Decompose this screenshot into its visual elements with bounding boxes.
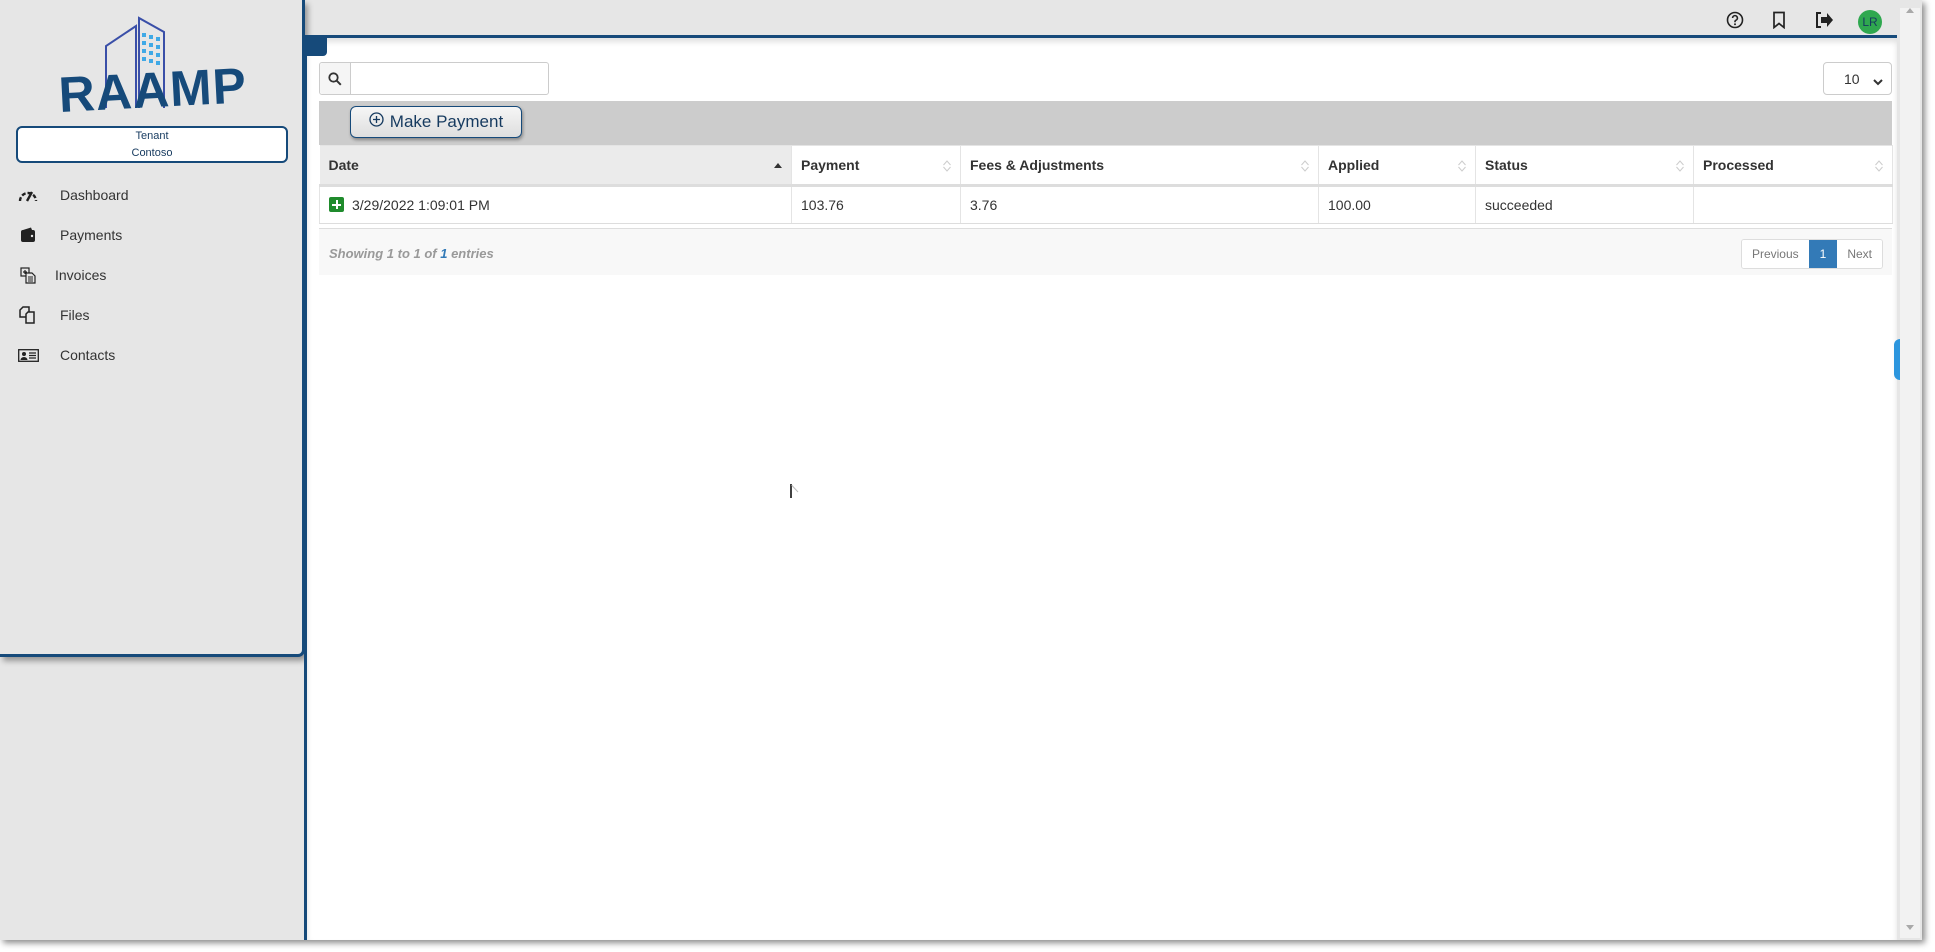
pagination-previous[interactable]: Previous bbox=[1741, 240, 1809, 268]
table-info: Showing 1 to 1 of 1 entries bbox=[329, 246, 494, 261]
sidebar-item-label: Files bbox=[60, 307, 90, 323]
files-icon bbox=[17, 305, 39, 325]
column-label: Applied bbox=[1328, 157, 1380, 173]
invoices-icon bbox=[17, 265, 39, 285]
column-label: Processed bbox=[1703, 157, 1774, 173]
date-value: 3/29/2022 1:09:01 PM bbox=[352, 196, 490, 213]
make-payment-button[interactable]: Make Payment bbox=[350, 106, 522, 138]
sidebar-item-label: Dashboard bbox=[60, 187, 129, 203]
column-label: Payment bbox=[801, 157, 860, 173]
sidebar: RAAMP Tenant Contoso Dashboard Payments … bbox=[0, 0, 305, 657]
table-footer: Showing 1 to 1 of 1 entries Previous 1 N… bbox=[319, 228, 1892, 275]
column-header-date[interactable]: Date bbox=[319, 145, 792, 187]
make-payment-label: Make Payment bbox=[389, 112, 504, 131]
column-header-status[interactable]: Status bbox=[1475, 145, 1694, 187]
bookmark-icon[interactable] bbox=[1767, 8, 1791, 32]
sidebar-item-label: Payments bbox=[60, 227, 123, 243]
cell-fees: 3.76 bbox=[960, 185, 1319, 224]
sidebar-item-dashboard[interactable]: Dashboard bbox=[0, 175, 300, 215]
scroll-up-arrow-icon[interactable] bbox=[1906, 8, 1914, 13]
vertical-scrollbar[interactable] bbox=[1900, 8, 1920, 938]
sort-both-icon bbox=[1457, 159, 1467, 173]
user-avatar[interactable]: LR bbox=[1858, 10, 1882, 34]
pagination-page-1[interactable]: 1 bbox=[1808, 240, 1838, 268]
search-icon bbox=[320, 63, 351, 94]
sidebar-item-files[interactable]: Files bbox=[0, 295, 300, 335]
sidebar-item-contacts[interactable]: Contacts bbox=[0, 335, 300, 375]
column-label: Status bbox=[1485, 157, 1528, 173]
info-prefix: Showing 1 to 1 of bbox=[329, 246, 441, 261]
cell-processed bbox=[1693, 185, 1893, 224]
payments-table: Date Payment Fees & Adjustments Applied … bbox=[319, 145, 1893, 224]
role-label: Tenant bbox=[135, 130, 169, 142]
sidebar-nav: Dashboard Payments Invoices Files Contac… bbox=[0, 175, 300, 375]
page-size-select[interactable]: 10 bbox=[1823, 62, 1892, 95]
mouse-cursor-icon bbox=[790, 484, 799, 498]
expand-row-plus-icon[interactable] bbox=[329, 197, 344, 213]
sort-both-icon bbox=[1300, 159, 1310, 173]
panel-corner-accent bbox=[304, 35, 327, 56]
avatar-initials: LR bbox=[1862, 15, 1878, 29]
sort-ascending-icon bbox=[773, 159, 783, 173]
sign-out-icon[interactable] bbox=[1812, 8, 1836, 32]
cell-status: succeeded bbox=[1475, 185, 1694, 224]
column-header-processed[interactable]: Processed bbox=[1693, 145, 1893, 187]
sidebar-item-label: Contacts bbox=[60, 347, 116, 363]
plus-circle-icon bbox=[369, 112, 384, 132]
table-header-row: Date Payment Fees & Adjustments Applied … bbox=[319, 145, 1893, 187]
pagination: Previous 1 Next bbox=[1740, 239, 1883, 269]
chevron-down-icon bbox=[1873, 73, 1883, 89]
search-input[interactable] bbox=[351, 63, 548, 94]
info-suffix: entries bbox=[447, 246, 494, 261]
cell-date: 3/29/2022 1:09:01 PM bbox=[319, 185, 792, 224]
gauge-icon bbox=[17, 185, 39, 205]
sort-both-icon bbox=[1874, 159, 1884, 173]
sidebar-item-payments[interactable]: Payments bbox=[0, 215, 300, 255]
column-label: Fees & Adjustments bbox=[970, 157, 1105, 173]
wallet-icon bbox=[17, 225, 39, 245]
pagination-next[interactable]: Next bbox=[1837, 240, 1882, 268]
help-icon[interactable] bbox=[1723, 8, 1747, 32]
column-header-payment[interactable]: Payment bbox=[791, 145, 961, 187]
sidebar-item-label: Invoices bbox=[55, 267, 107, 283]
organization-label: Contoso bbox=[131, 147, 173, 159]
table-toolbar: Make Payment bbox=[319, 101, 1892, 145]
cell-payment: 103.76 bbox=[791, 185, 961, 224]
sort-both-icon bbox=[942, 159, 952, 173]
page-size-value: 10 bbox=[1844, 70, 1860, 87]
search-box bbox=[319, 62, 549, 95]
scroll-down-arrow-icon[interactable] bbox=[1906, 925, 1914, 930]
table-row: 3/29/2022 1:09:01 PM 103.76 3.76 100.00 … bbox=[319, 185, 1893, 224]
app-logo-text: RAAMP bbox=[57, 57, 249, 123]
column-header-fees[interactable]: Fees & Adjustments bbox=[960, 145, 1319, 187]
cell-applied: 100.00 bbox=[1318, 185, 1476, 224]
tenant-selector[interactable]: Tenant Contoso bbox=[16, 126, 288, 163]
contact-card-icon bbox=[17, 345, 39, 365]
column-header-applied[interactable]: Applied bbox=[1318, 145, 1476, 187]
column-label: Date bbox=[328, 157, 359, 173]
sort-both-icon bbox=[1675, 159, 1685, 173]
sidebar-item-invoices[interactable]: Invoices bbox=[0, 255, 300, 295]
